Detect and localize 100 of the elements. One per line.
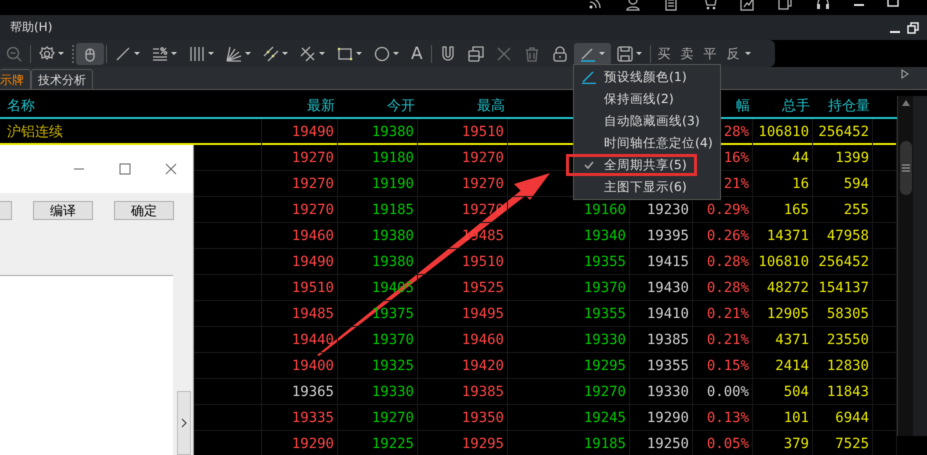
line-icon [115, 46, 131, 62]
caret-icon[interactable] [134, 52, 140, 55]
trade-button[interactable]: 买 [658, 44, 671, 62]
trade-button[interactable]: 卖 [680, 44, 694, 62]
tool-button[interactable] [574, 42, 611, 64]
table-cell: 19410 [646, 306, 689, 322]
scroll-thumb-icon [900, 163, 910, 173]
table-cell: 7525 [835, 436, 869, 452]
caret-icon[interactable] [744, 52, 751, 55]
table-cell: 256452 [818, 254, 869, 270]
table-cell: 19440 [292, 332, 334, 348]
table-cell: 19395 [646, 228, 689, 244]
table-cell: 256452 [818, 124, 869, 140]
caret-icon[interactable] [356, 52, 362, 55]
table-cell: 19355 [646, 358, 689, 374]
scrollbar[interactable] [897, 96, 913, 436]
menu-item[interactable]: 保持画线(2) [574, 88, 720, 110]
table-cell: 2414 [775, 358, 809, 374]
column-header: 名称 [6, 97, 36, 116]
tab[interactable]: 示牌 [0, 69, 31, 89]
table-cell: 101 [784, 410, 809, 426]
tab[interactable]: 技术分析 [31, 69, 93, 89]
table-cell: 19380 [372, 228, 414, 244]
table-cell: 19375 [372, 306, 414, 322]
tool-button[interactable]: A [405, 42, 429, 64]
table-cell: 19250 [646, 436, 689, 452]
table-cell: 0.29% [706, 202, 749, 218]
table-cell: 19185 [372, 202, 414, 218]
table-cell: 0.28% [706, 280, 749, 296]
close-icon[interactable] [165, 163, 177, 175]
restore-icon[interactable] [907, 22, 919, 34]
table-cell: 19180 [372, 150, 414, 166]
table-cell: 19340 [584, 228, 626, 244]
caret-icon[interactable] [208, 52, 214, 55]
fan-lines-icon [226, 46, 242, 62]
table-cell: 19510 [462, 124, 504, 140]
table-cell: 28% [724, 124, 749, 140]
rectangle-icon [337, 46, 353, 62]
table-cell: 19160 [584, 202, 626, 218]
table-cell: 19190 [372, 176, 414, 192]
pen-line-icon [582, 70, 596, 84]
scroll-up-icon[interactable] [902, 100, 910, 106]
table-cell: 19485 [292, 306, 334, 322]
table-cell: 0.28% [706, 254, 749, 270]
parallel-lines-icon [263, 46, 279, 62]
table-cell: 19525 [462, 280, 504, 296]
trade-button[interactable]: 平 [704, 44, 717, 62]
table-cell: 0.13% [706, 410, 749, 426]
column-header: 今开 [386, 97, 416, 116]
caret-icon[interactable] [598, 52, 605, 55]
table-cell: 379 [784, 436, 809, 452]
play-icon[interactable] [901, 69, 909, 79]
table-cell: 19495 [462, 306, 504, 322]
caret-icon[interactable] [171, 52, 177, 55]
caret-icon[interactable] [636, 52, 642, 55]
button[interactable]: 确定 [114, 200, 174, 220]
table-cell: 19230 [646, 202, 689, 218]
table-cell: 19355 [584, 306, 626, 322]
table-cell: 255 [844, 202, 869, 218]
table-cell: 19380 [372, 254, 414, 270]
menu-item[interactable]: 主图下显示(6) [574, 176, 720, 198]
table-cell: 19270 [292, 150, 334, 166]
tool-button[interactable] [76, 42, 104, 64]
table-cell: 19415 [646, 254, 689, 270]
caret-icon[interactable] [282, 52, 288, 55]
menu-item[interactable]: 时间轴任意定位(4) [574, 132, 720, 154]
table-cell: 106810 [758, 254, 809, 270]
caret-icon[interactable] [319, 52, 325, 55]
menu-item[interactable]: 预设线颜色(1) [574, 66, 720, 88]
table-cell: 19510 [462, 254, 504, 270]
zoom-out-icon [6, 46, 22, 62]
table-cell: 19295 [462, 436, 504, 452]
menu-item[interactable]: 全周期共享(5) [566, 154, 697, 176]
table-cell: 12830 [826, 358, 869, 374]
table-cell: 19355 [584, 254, 626, 270]
caret-icon[interactable] [58, 52, 64, 55]
table-cell: 21% [724, 176, 749, 192]
table-cell: 19510 [292, 280, 334, 296]
menu-item[interactable]: 自动隐藏画线(3) [574, 110, 720, 132]
table-cell: 0.00% [706, 384, 749, 400]
table-cell: 19420 [462, 358, 504, 374]
lock-icon [552, 46, 568, 62]
caret-icon[interactable] [245, 52, 251, 55]
table-cell: 16% [724, 150, 749, 166]
menu-item[interactable]: 帮助(H) [10, 19, 52, 36]
table-cell: 19460 [292, 228, 334, 244]
caret-icon[interactable] [393, 52, 399, 55]
table-cell: 48272 [766, 280, 809, 296]
table-cell: 19270 [462, 176, 504, 192]
table-cell: 19380 [372, 124, 414, 140]
table-cell: 19290 [646, 410, 689, 426]
trade-button[interactable]: 反 [726, 44, 740, 62]
column-header: 持仓量 [827, 97, 871, 116]
table-cell: 19400 [292, 358, 334, 374]
text-tool-glyph: A [411, 44, 423, 64]
table-cell: 19350 [462, 410, 504, 426]
copy-icon [468, 46, 484, 62]
button[interactable]: 编译 [33, 200, 93, 220]
table-cell: 19490 [292, 254, 334, 270]
table-cell: 19330 [584, 332, 626, 348]
